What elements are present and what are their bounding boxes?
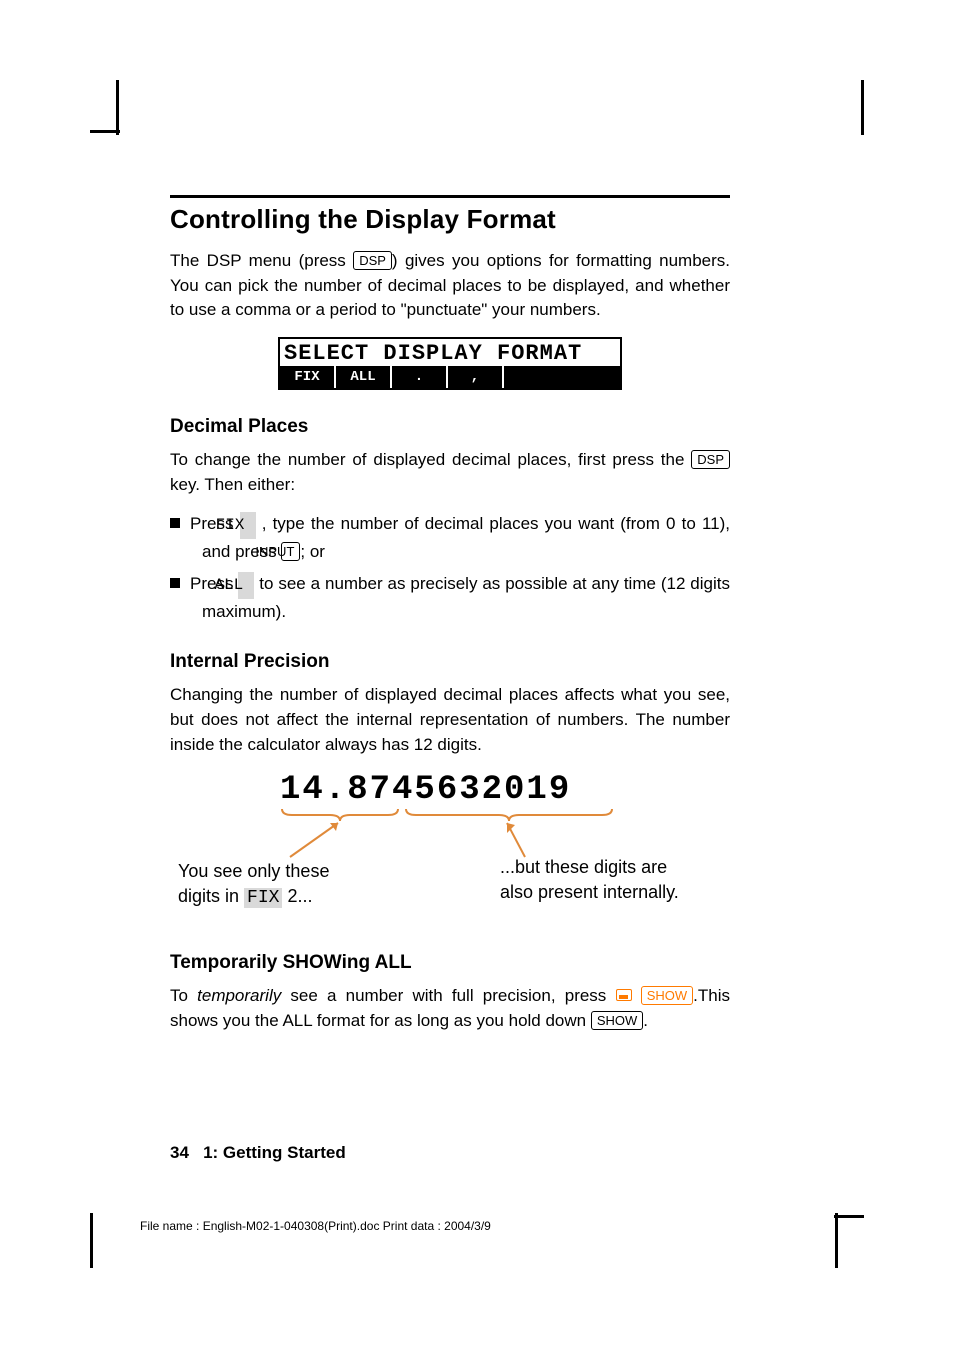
internal-precision-paragraph: Changing the number of displayed decimal… bbox=[170, 683, 730, 757]
arrow-right bbox=[495, 819, 545, 859]
text: To bbox=[170, 986, 197, 1005]
lcd-menu-period: . bbox=[392, 366, 448, 388]
arrow-left bbox=[280, 819, 350, 859]
decimal-places-heading: Decimal Places bbox=[170, 416, 730, 438]
content-area: Controlling the Display Format The DSP m… bbox=[170, 195, 730, 1048]
page-footer: 34 1: Getting Started bbox=[170, 1143, 346, 1163]
text-italic: temporarily bbox=[197, 986, 281, 1005]
intro-text: The DSP menu (press bbox=[170, 251, 353, 270]
section-rule bbox=[170, 195, 730, 198]
lcd-menu-blank bbox=[504, 366, 620, 388]
example-number: 14.8745632019 bbox=[280, 771, 571, 809]
intro-paragraph: The DSP menu (press DSP) gives you optio… bbox=[170, 249, 730, 323]
lcd-menu-comma: , bbox=[448, 366, 504, 388]
input-key: INPUT bbox=[281, 542, 300, 561]
lcd-menu-all: ALL bbox=[336, 366, 392, 388]
list-item: Press FIX , type the number of decimal p… bbox=[170, 511, 730, 565]
crop-mark bbox=[861, 80, 864, 135]
crop-mark bbox=[834, 1215, 864, 1218]
fix-softkey: FIX bbox=[240, 512, 256, 539]
lcd-menu-fix: FIX bbox=[280, 366, 336, 388]
show-key: SHOW bbox=[591, 1011, 643, 1030]
crop-mark bbox=[90, 1213, 93, 1268]
lcd-title: SELECT DISPLAY FORMAT bbox=[280, 339, 620, 366]
shift-key-icon bbox=[616, 989, 632, 1001]
decimal-places-list: Press FIX , type the number of decimal p… bbox=[170, 511, 730, 625]
text: digits in bbox=[178, 886, 244, 906]
bullet-icon bbox=[170, 578, 180, 588]
showing-all-paragraph: To temporarily see a number with full pr… bbox=[170, 984, 730, 1033]
text: see a number with full precision, press bbox=[281, 986, 615, 1005]
text: to see a number as precisely as possible… bbox=[202, 574, 730, 621]
page-heading: Controlling the Display Format bbox=[170, 204, 730, 235]
text: 2... bbox=[282, 886, 312, 906]
fix-softkey: FIX bbox=[244, 888, 282, 908]
lcd-screen: SELECT DISPLAY FORMAT FIX ALL . , bbox=[278, 337, 622, 390]
page-number: 34 bbox=[170, 1143, 189, 1162]
lcd-menu-row: FIX ALL . , bbox=[280, 366, 620, 388]
crop-mark bbox=[835, 1213, 838, 1268]
crop-mark bbox=[116, 80, 119, 135]
decimal-places-intro: To change the number of displayed decima… bbox=[170, 448, 730, 497]
file-metadata: File name : English-M02-1-040308(Print).… bbox=[140, 1219, 491, 1233]
dsp-key: DSP bbox=[353, 251, 392, 270]
showing-all-heading: Temporarily SHOWing ALL bbox=[170, 952, 730, 974]
dsp-key: DSP bbox=[691, 450, 730, 469]
lcd-illustration: SELECT DISPLAY FORMAT FIX ALL . , bbox=[170, 337, 730, 390]
precision-diagram: 14.8745632019 You see only these digits … bbox=[170, 771, 730, 926]
bullet-icon bbox=[170, 518, 180, 528]
text: To change the number of displayed decima… bbox=[170, 450, 691, 469]
text: also present internally. bbox=[500, 882, 679, 902]
text: . bbox=[643, 1011, 648, 1030]
annotation-left: You see only these digits in FIX 2... bbox=[178, 859, 329, 910]
internal-precision-heading: Internal Precision bbox=[170, 651, 730, 673]
all-softkey: ALL bbox=[238, 572, 254, 599]
text: ...but these digits are bbox=[500, 857, 667, 877]
annotation-right: ...but these digits are also present int… bbox=[500, 855, 679, 904]
list-item: Press ALL to see a number as precisely a… bbox=[170, 571, 730, 625]
text: key. Then either: bbox=[170, 475, 295, 494]
text: You see only these bbox=[178, 861, 329, 881]
show-key: SHOW bbox=[641, 986, 693, 1005]
chapter-label: 1: Getting Started bbox=[203, 1143, 346, 1162]
text: ; or bbox=[300, 542, 325, 561]
